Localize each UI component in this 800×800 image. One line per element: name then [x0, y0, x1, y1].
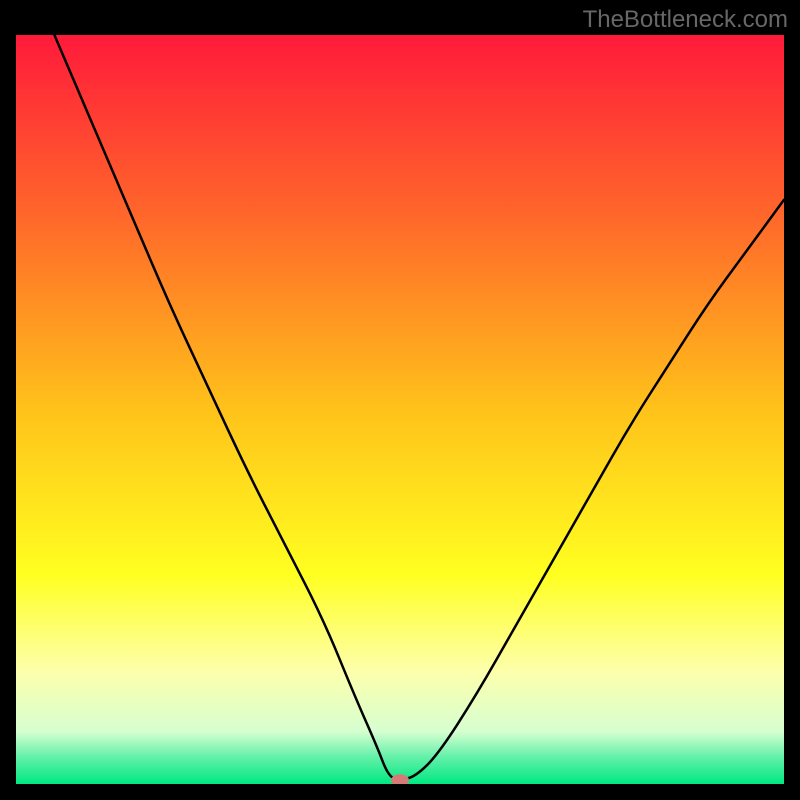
bottleneck-chart — [16, 35, 784, 784]
plot-area — [16, 35, 784, 784]
gradient-background — [16, 35, 784, 784]
watermark-text: TheBottleneck.com — [583, 6, 788, 34]
chart-frame: TheBottleneck.com — [0, 0, 800, 800]
